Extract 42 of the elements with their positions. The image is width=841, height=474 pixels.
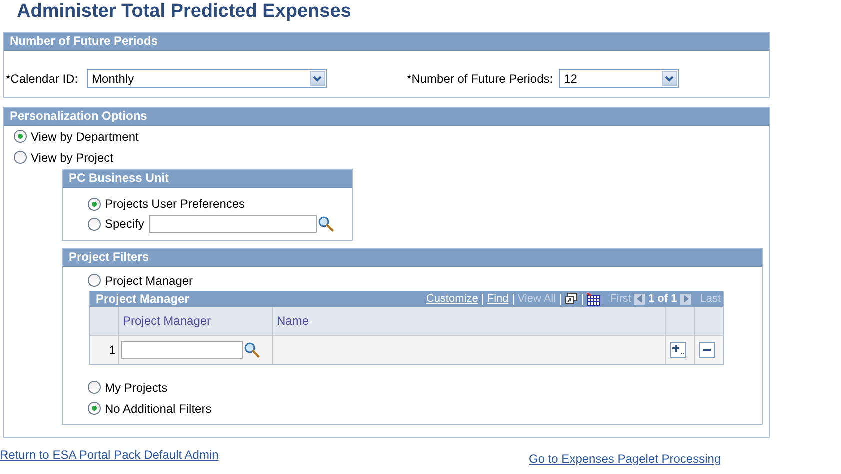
radio-button[interactable] xyxy=(88,402,101,415)
radio-label: No Additional Filters xyxy=(105,402,212,416)
spreadsheet-icon[interactable] xyxy=(587,292,602,306)
row-number: 1 xyxy=(90,336,118,364)
group-header: PC Business Unit xyxy=(63,170,352,188)
add-row-icon[interactable] xyxy=(670,342,686,358)
radio-label: View by Project xyxy=(31,150,114,164)
footer-link[interactable]: Go to Expenses Pagelet Processing xyxy=(529,452,722,466)
field-label: *Number of Future Periods: xyxy=(407,72,554,86)
radio-label: Project Manager xyxy=(105,274,194,288)
radio-button[interactable] xyxy=(88,198,101,210)
radio-button[interactable] xyxy=(88,274,101,287)
page-title: Administer Total Predicted Expenses xyxy=(16,0,352,24)
column-header: Name xyxy=(272,307,666,336)
field-label: *Calendar ID: xyxy=(6,72,78,86)
search-icon[interactable] xyxy=(318,216,334,232)
section-header: Personalization Options xyxy=(4,108,769,126)
delete-row-icon[interactable] xyxy=(699,342,715,358)
input-field[interactable] xyxy=(121,341,243,359)
radio-button[interactable] xyxy=(88,218,101,230)
new-window-icon[interactable] xyxy=(565,293,578,305)
radio-label: Projects User Preferences xyxy=(105,197,246,211)
radio-button[interactable] xyxy=(14,151,27,164)
footer-link[interactable]: Return to ESA Portal Pack Default Admin xyxy=(0,448,219,462)
radio-button[interactable] xyxy=(88,381,101,394)
input-field[interactable] xyxy=(149,215,318,233)
radio-button[interactable] xyxy=(14,130,27,143)
calendar-dropdown[interactable]: Monthly xyxy=(87,69,328,88)
next-icon xyxy=(680,294,692,304)
radio-label: My Projects xyxy=(105,380,168,394)
section-header: Number of Future Periods xyxy=(4,33,769,51)
previous-icon xyxy=(634,294,646,304)
dropdown-caret-icon[interactable] xyxy=(662,71,678,86)
dropdown-caret-icon[interactable] xyxy=(310,71,326,86)
radio-label: Specify xyxy=(105,217,144,231)
row-count: 1 of 1 xyxy=(648,293,678,305)
grid-title: Project Manager xyxy=(96,292,190,306)
search-icon[interactable] xyxy=(244,342,260,358)
periods-dropdown[interactable]: 12 xyxy=(559,69,680,88)
group-header: Project Filters xyxy=(63,249,762,267)
radio-label: View by Department xyxy=(31,130,139,144)
column-header: Project Manager xyxy=(118,307,272,336)
